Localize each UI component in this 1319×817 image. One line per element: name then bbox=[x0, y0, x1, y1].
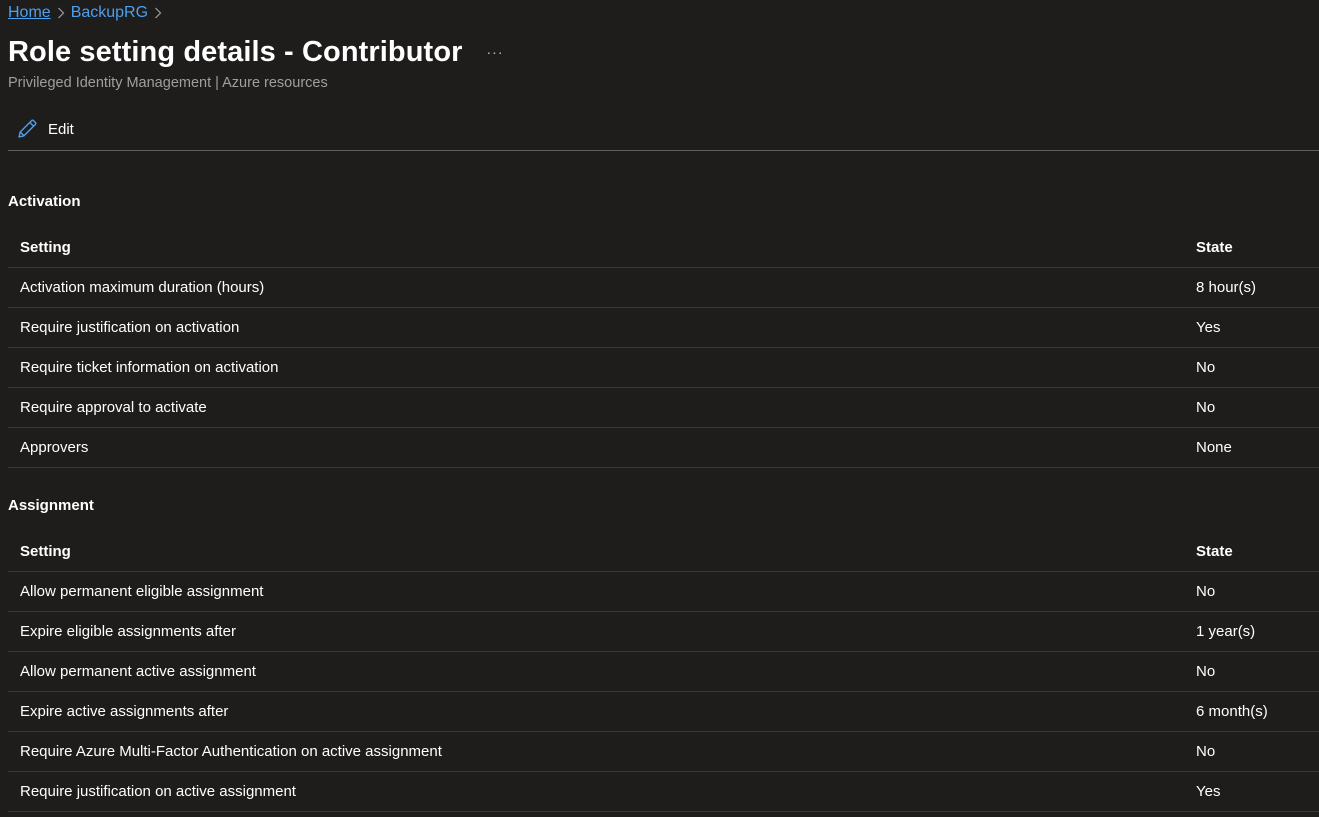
breadcrumb: Home BackupRG bbox=[8, 3, 168, 23]
table-header-row: Setting State bbox=[8, 227, 1319, 268]
table-row: Expire eligible assignments after 1 year… bbox=[8, 611, 1319, 652]
table-row: Require ticket information on activation… bbox=[8, 347, 1319, 388]
edit-button-label: Edit bbox=[48, 120, 74, 138]
table-header-row: Setting State bbox=[8, 531, 1319, 572]
setting-cell: Require approval to activate bbox=[8, 387, 1184, 428]
state-cell: No bbox=[1184, 651, 1319, 692]
setting-cell: Allow permanent active assignment bbox=[8, 651, 1184, 692]
setting-cell: Activation maximum duration (hours) bbox=[8, 267, 1184, 308]
state-cell: 1 year(s) bbox=[1184, 611, 1319, 652]
activation-section-title: Activation bbox=[8, 193, 81, 210]
state-cell: No bbox=[1184, 347, 1319, 388]
command-bar: Edit bbox=[8, 110, 1319, 151]
table-row: Allow permanent active assignment No bbox=[8, 651, 1319, 692]
page-title: Role setting details - Contributor bbox=[8, 36, 463, 68]
state-cell: None bbox=[1184, 427, 1319, 468]
table-row: Allow permanent eligible assignment No bbox=[8, 571, 1319, 612]
setting-cell: Expire active assignments after bbox=[8, 691, 1184, 732]
setting-cell: Require justification on active assignme… bbox=[8, 771, 1184, 812]
setting-cell: Require Azure Multi-Factor Authenticatio… bbox=[8, 731, 1184, 772]
state-cell: 6 month(s) bbox=[1184, 691, 1319, 732]
column-header-state: State bbox=[1184, 531, 1319, 572]
activation-settings-table: Setting State Activation maximum duratio… bbox=[8, 227, 1319, 468]
table-row: Require justification on active assignme… bbox=[8, 771, 1319, 812]
column-header-state: State bbox=[1184, 227, 1319, 268]
table-row: Require justification on activation Yes bbox=[8, 307, 1319, 348]
state-cell: Yes bbox=[1184, 771, 1319, 812]
breadcrumb-home-link[interactable]: Home bbox=[8, 4, 51, 22]
state-cell: No bbox=[1184, 387, 1319, 428]
setting-cell: Require justification on activation bbox=[8, 307, 1184, 348]
column-header-setting: Setting bbox=[8, 531, 1184, 572]
column-header-setting: Setting bbox=[8, 227, 1184, 268]
assignment-section-title: Assignment bbox=[8, 497, 94, 514]
breadcrumb-backuprg-link[interactable]: BackupRG bbox=[71, 4, 148, 22]
more-options-button[interactable]: ··· bbox=[484, 44, 506, 64]
state-cell: Yes bbox=[1184, 307, 1319, 348]
state-cell: No bbox=[1184, 731, 1319, 772]
edit-button[interactable]: Edit bbox=[16, 116, 74, 142]
setting-cell: Require ticket information on activation bbox=[8, 347, 1184, 388]
chevron-right-icon bbox=[148, 7, 168, 19]
setting-cell: Allow permanent eligible assignment bbox=[8, 571, 1184, 612]
pencil-icon bbox=[16, 118, 38, 140]
assignment-settings-table: Setting State Allow permanent eligible a… bbox=[8, 531, 1319, 812]
table-row: Require approval to activate No bbox=[8, 387, 1319, 428]
setting-cell: Expire eligible assignments after bbox=[8, 611, 1184, 652]
table-row: Expire active assignments after 6 month(… bbox=[8, 691, 1319, 732]
table-row: Approvers None bbox=[8, 427, 1319, 468]
table-row: Activation maximum duration (hours) 8 ho… bbox=[8, 267, 1319, 308]
chevron-right-icon bbox=[51, 7, 71, 19]
table-row: Require Azure Multi-Factor Authenticatio… bbox=[8, 731, 1319, 772]
setting-cell: Approvers bbox=[8, 427, 1184, 468]
state-cell: No bbox=[1184, 571, 1319, 612]
page-subtitle: Privileged Identity Management | Azure r… bbox=[8, 75, 328, 91]
state-cell: 8 hour(s) bbox=[1184, 267, 1319, 308]
